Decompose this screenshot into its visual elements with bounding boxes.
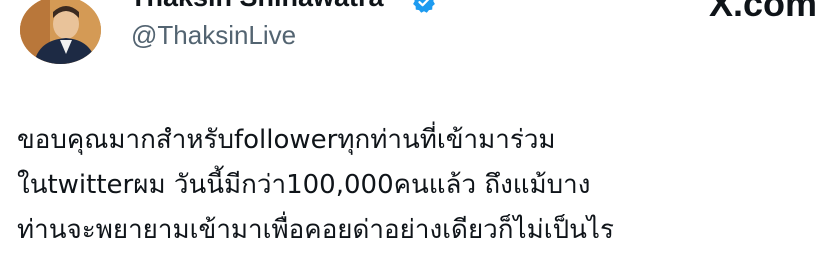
tweet-text-line: ท่านจะพยายามเข้ามาเพื่อคอยด่าอย่างเดียวก… xyxy=(17,215,614,245)
tweet: Thaksin Shinawatra @ThaksinLive X.com ขอ… xyxy=(0,0,827,275)
author-handle[interactable]: @ThaksinLive xyxy=(131,20,296,50)
profile-photo-icon xyxy=(20,0,101,64)
x-com-watermark: X.com xyxy=(708,0,817,24)
avatar[interactable] xyxy=(20,0,101,64)
tweet-text-line: ในtwitterผม วันนี้มีกว่า100,000คนแล้ว ถึ… xyxy=(17,170,591,200)
author-display-name[interactable]: Thaksin Shinawatra xyxy=(130,0,384,12)
verified-badge-icon xyxy=(413,0,435,13)
tweet-text: ขอบคุณมากสำหรับfollowerทุกท่านที่เข้ามาร… xyxy=(17,118,817,253)
tweet-text-line: ขอบคุณมากสำหรับfollowerทุกท่านที่เข้ามาร… xyxy=(17,125,556,155)
